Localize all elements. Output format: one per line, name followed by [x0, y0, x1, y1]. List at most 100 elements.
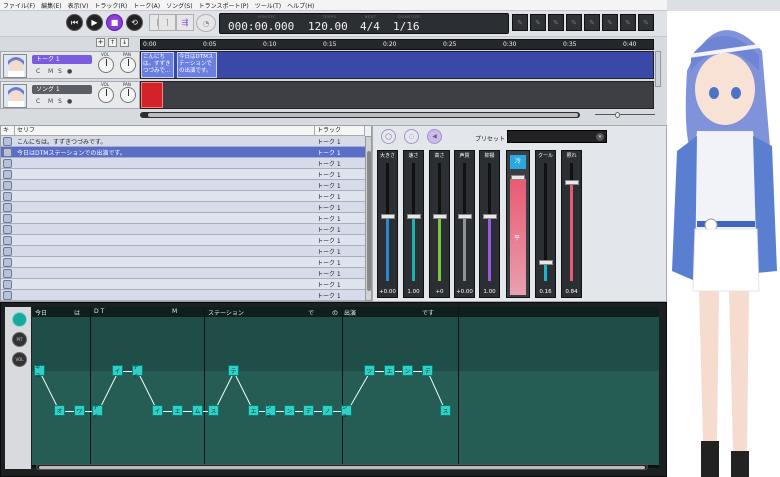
- table-row[interactable]: トーク 1: [1, 290, 365, 301]
- fader-value[interactable]: 1.00: [404, 289, 423, 295]
- track-record-toggle[interactable]: ●: [67, 98, 72, 105]
- row-line-text[interactable]: こんにちは。すずきつづみです。: [17, 137, 106, 146]
- table-row[interactable]: トーク 1: [1, 180, 365, 191]
- metronome-button[interactable]: ◔: [196, 14, 216, 32]
- fader-handle[interactable]: [433, 214, 447, 220]
- param-fader[interactable]: 抑揚 1.00: [479, 150, 500, 298]
- song-lane[interactable]: [140, 81, 654, 109]
- param-fader[interactable]: 大きさ +0.00: [377, 150, 398, 298]
- fader-handle[interactable]: [381, 214, 395, 220]
- talk-lane[interactable]: こんにちは。すずきつづみで... 今日はDTMステーションでの出演です。: [140, 51, 654, 79]
- fader-handle[interactable]: [565, 179, 579, 185]
- track-s-toggle[interactable]: S: [58, 68, 62, 75]
- fader-value[interactable]: 0.84: [562, 289, 581, 295]
- track-name[interactable]: ソング 1: [32, 85, 92, 94]
- table-vscroll[interactable]: [365, 136, 372, 301]
- track-header-talk[interactable]: トーク 1 C M S ● VOL PAN: [0, 51, 140, 79]
- track-c-toggle[interactable]: C: [36, 68, 40, 75]
- phoneme-note[interactable]: エ: [248, 405, 259, 416]
- volume-knob[interactable]: [98, 87, 114, 103]
- talk-mode-button[interactable]: ◯: [381, 129, 396, 144]
- emotion-slider[interactable]: 冷平: [506, 150, 530, 298]
- phoneme-note[interactable]: テ: [228, 365, 239, 376]
- phoneme-note[interactable]: エ: [172, 405, 183, 416]
- phoneme-note[interactable]: デ: [303, 405, 314, 416]
- loop-button[interactable]: ⟲: [126, 14, 143, 31]
- row-line-text[interactable]: 今日はDTMステーションでの出演です。: [17, 148, 126, 157]
- tool-pencil8-button[interactable]: ✎: [638, 14, 654, 31]
- pan-knob[interactable]: [120, 57, 136, 73]
- phoneme-note[interactable]: キョ: [34, 365, 45, 379]
- time-display[interactable]: 000:00.000: [228, 20, 294, 33]
- table-row[interactable]: トーク 1: [1, 169, 365, 180]
- zoom-slider[interactable]: [595, 112, 655, 118]
- menu-item-6[interactable]: トランスポート(P): [199, 1, 249, 10]
- table-row[interactable]: トーク 1: [1, 224, 365, 235]
- tempo-display[interactable]: 120.00: [308, 20, 348, 33]
- table-row[interactable]: トーク 1: [1, 158, 365, 169]
- menu-item-5[interactable]: ソング(S): [166, 1, 193, 10]
- quantize-display[interactable]: 1/16: [393, 20, 420, 33]
- menu-item-0[interactable]: ファイル(F): [3, 1, 35, 10]
- phoneme-note[interactable]: ム: [192, 405, 203, 416]
- table-row[interactable]: トーク 1: [1, 246, 365, 257]
- menu-item-4[interactable]: トーク(A): [133, 1, 160, 10]
- phoneme-grid[interactable]: 今日は D T M ステーションでの出演 です キョオワディイティイエムステエションデノ…: [32, 307, 659, 465]
- add-track-button[interactable]: +: [96, 38, 105, 47]
- track-m-toggle[interactable]: M: [48, 68, 53, 75]
- param-fader[interactable]: 速さ 1.00: [403, 150, 424, 298]
- pan-knob[interactable]: [120, 87, 136, 103]
- fader-handle[interactable]: [407, 214, 421, 220]
- col-header-character[interactable]: キャ: [1, 126, 15, 144]
- phoneme-note[interactable]: イ: [112, 365, 123, 376]
- track-header-song[interactable]: ソング 1 C M S ● VOL PAN: [0, 81, 140, 109]
- speaker-mode-button[interactable]: ◀: [427, 129, 442, 144]
- track-record-toggle[interactable]: ●: [67, 68, 72, 75]
- tool-pencil5-button[interactable]: ✎: [584, 14, 600, 31]
- param-fader[interactable]: クール 0.16: [535, 150, 556, 298]
- editor-hscroll[interactable]: [36, 464, 648, 470]
- table-row[interactable]: 今日はDTMステーションでの出演です。 トーク 1: [1, 147, 365, 158]
- rewind-button[interactable]: ⏮: [66, 14, 83, 31]
- col-header-line[interactable]: セリフ: [15, 126, 315, 136]
- fader-handle[interactable]: [483, 214, 497, 220]
- phoneme-note[interactable]: オ: [54, 405, 65, 416]
- table-row[interactable]: トーク 1: [1, 213, 365, 224]
- phoneme-note[interactable]: ディ: [92, 405, 103, 419]
- marker-out-button[interactable]: ⌉: [158, 14, 176, 31]
- fader-handle[interactable]: [458, 214, 472, 220]
- follow-button[interactable]: ⇶: [176, 14, 194, 31]
- tool-pencil3-button[interactable]: ✎: [548, 14, 564, 31]
- play-button[interactable]: ▶: [86, 14, 103, 31]
- volume-mode-button[interactable]: VOL: [12, 352, 27, 367]
- table-row[interactable]: トーク 1: [1, 268, 365, 279]
- phoneme-note[interactable]: イ: [152, 405, 163, 416]
- volume-knob[interactable]: [98, 57, 114, 73]
- move-up-button[interactable]: ↑: [108, 38, 117, 47]
- whisper-mode-button[interactable]: ◌: [404, 129, 419, 144]
- menu-item-7[interactable]: ツール(T): [255, 1, 281, 10]
- menu-item-3[interactable]: トラック(R): [94, 1, 127, 10]
- fader-value[interactable]: +0.00: [455, 289, 474, 295]
- phoneme-note[interactable]: ン: [284, 405, 295, 416]
- menu-item-8[interactable]: ヘルプ(H): [287, 1, 314, 10]
- timeline-ruler[interactable]: 0:00 0:05 0:10 0:15 0:20 0:25 0:30 0:35 0:40: [140, 39, 654, 50]
- phoneme-note[interactable]: エ: [384, 365, 395, 376]
- table-row[interactable]: トーク 1: [1, 202, 365, 213]
- table-row[interactable]: トーク 1: [1, 257, 365, 268]
- phoneme-note[interactable]: シュ: [341, 405, 352, 419]
- menu-item-1[interactable]: 編集(E): [41, 1, 61, 10]
- tool-pencil-button[interactable]: ✎: [512, 14, 528, 31]
- param-fader[interactable]: 声質 +0.00: [454, 150, 475, 298]
- track-hscroll[interactable]: [140, 112, 580, 118]
- param-fader[interactable]: 高さ +0: [429, 150, 450, 298]
- talk-clip[interactable]: こんにちは。すずきつづみで...: [141, 52, 174, 78]
- phoneme-note[interactable]: ショ: [265, 405, 276, 419]
- phoneme-note[interactable]: ティ: [132, 365, 143, 379]
- tool-pencil6-button[interactable]: ✎: [602, 14, 618, 31]
- emotion-handle[interactable]: [511, 175, 525, 180]
- fader-value[interactable]: 0.16: [536, 289, 555, 295]
- table-row[interactable]: トーク 1: [1, 191, 365, 202]
- phoneme-note[interactable]: ツ: [364, 365, 375, 376]
- fader-value[interactable]: +0.00: [378, 289, 397, 295]
